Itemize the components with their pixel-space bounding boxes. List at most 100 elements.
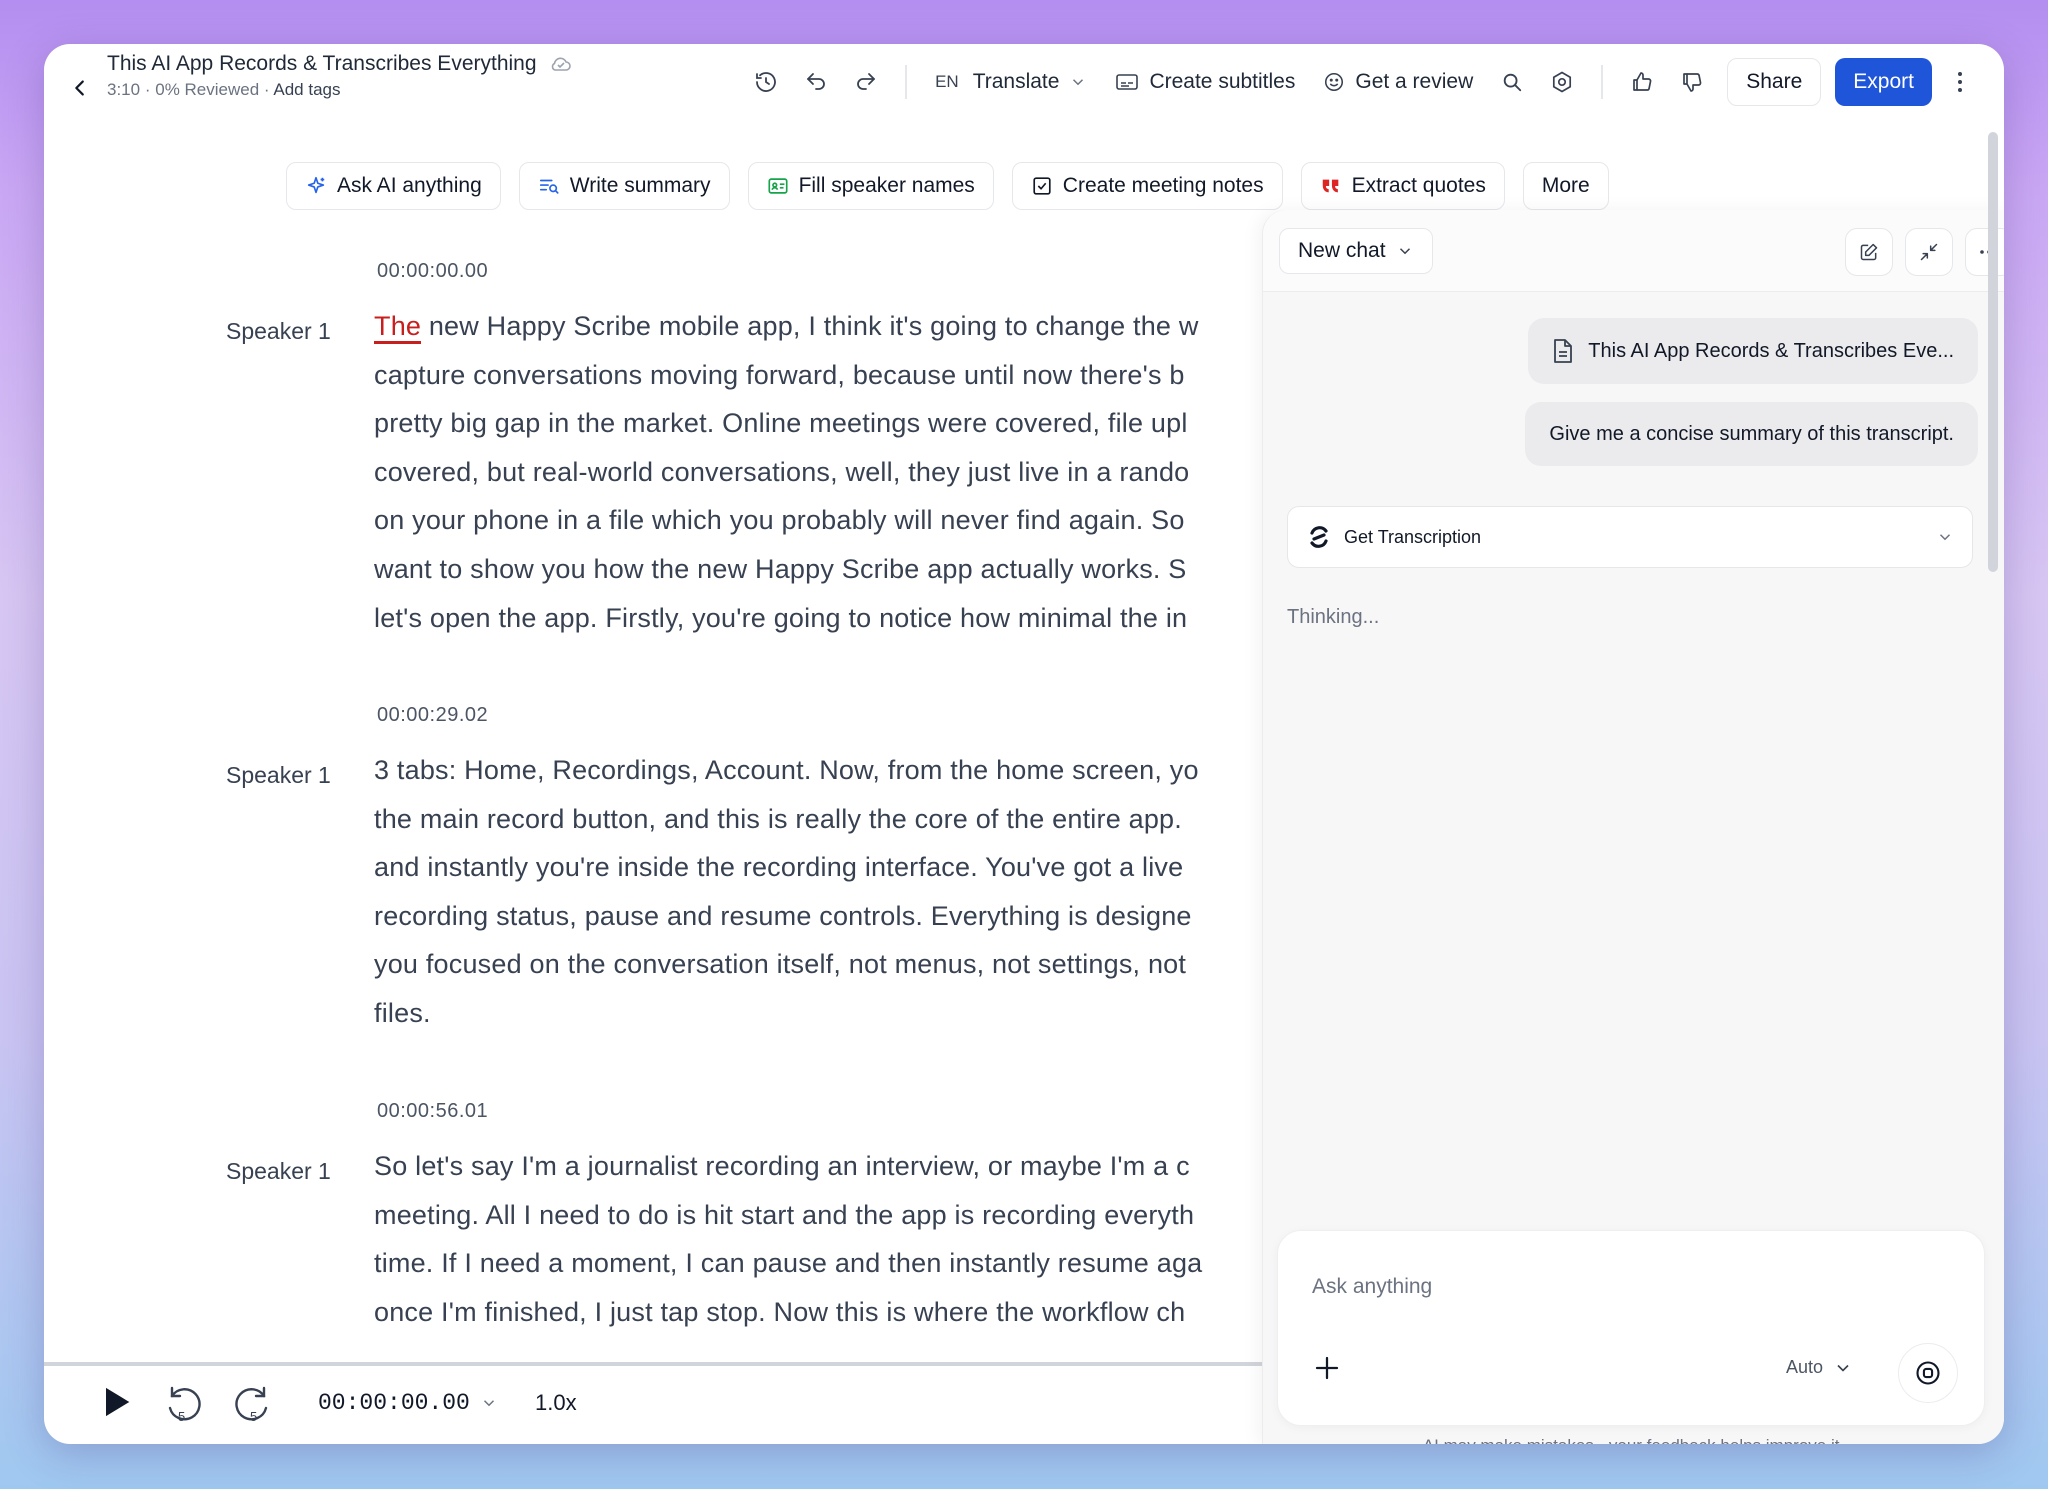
search-button[interactable] — [1487, 57, 1537, 107]
current-word[interactable]: The — [374, 311, 422, 344]
page-scrollbar[interactable] — [1988, 132, 1998, 572]
text-line: want to show you how the new Happy Scrib… — [374, 553, 1187, 584]
ai-chat-panel: New chat This AI App Records & Transcrib… — [1262, 210, 2004, 1444]
svg-text:5: 5 — [178, 1409, 185, 1424]
meta-separator: · — [144, 80, 151, 99]
line-rest: new Happy Scribe mobile app, I think it'… — [421, 311, 1199, 341]
tool-call-card[interactable]: Get Transcription — [1287, 506, 1973, 568]
id-card-icon — [768, 178, 788, 194]
extract-quotes-button[interactable]: Extract quotes — [1300, 162, 1505, 210]
smiley-icon — [1325, 72, 1344, 92]
share-button[interactable]: Share — [1727, 58, 1822, 106]
document-title-block: This AI App Records & Transcribes Everyt… — [107, 52, 573, 100]
settings-button[interactable] — [1537, 57, 1587, 107]
checkbox-icon — [1033, 177, 1051, 195]
collapse-panel-button[interactable] — [1905, 228, 1953, 276]
text-line: time. If I need a moment, I can pause an… — [374, 1248, 1203, 1279]
text-line: once I'm finished, I just tap stop. Now … — [374, 1296, 1186, 1327]
segment-text[interactable]: So let's say I'm a journalist recording … — [374, 1142, 1264, 1336]
segment-timestamp[interactable]: 00:00:00.00 — [377, 260, 488, 283]
text-line: pretty big gap in the market. Online mee… — [374, 408, 1188, 439]
toolbar-divider — [1601, 65, 1604, 99]
document-title[interactable]: This AI App Records & Transcribes Everyt… — [107, 52, 573, 76]
ask-ai-button[interactable]: Ask AI anything — [286, 162, 501, 210]
export-button[interactable]: Export — [1835, 58, 1932, 106]
model-mode-label: Auto — [1786, 1357, 1824, 1377]
current-time-dropdown[interactable]: 00:00:00.00 — [318, 1390, 498, 1416]
history-button[interactable] — [741, 57, 791, 107]
get-review-button[interactable]: Get a review — [1309, 57, 1487, 107]
cloud-saved-icon — [551, 57, 571, 71]
skip-back-button[interactable]: 5 — [162, 1382, 206, 1431]
speaker-label[interactable]: Speaker 1 — [226, 1158, 331, 1185]
fill-speaker-names-button[interactable]: Fill speaker names — [747, 162, 994, 210]
translate-dropdown[interactable]: EN Translate — [921, 57, 1101, 107]
thumbs-up-button[interactable] — [1617, 57, 1667, 107]
svg-text:5: 5 — [250, 1409, 257, 1424]
edit-icon — [1860, 243, 1878, 261]
text-line: capture conversations moving forward, be… — [374, 359, 1185, 390]
create-meeting-notes-button[interactable]: Create meeting notes — [1011, 162, 1283, 210]
subtitles-icon — [1116, 74, 1139, 90]
translate-label: Translate — [972, 70, 1060, 93]
document-title-text[interactable]: This AI App Records & Transcribes Everyt… — [107, 52, 537, 76]
thumbs-down-button[interactable] — [1667, 57, 1717, 107]
document-meta: 3:10 · 0% Reviewed · Add tags — [107, 80, 573, 100]
speaker-label[interactable]: Speaker 1 — [226, 318, 331, 345]
reviewed-status: 0% Reviewed — [155, 80, 260, 99]
attach-button[interactable] — [1312, 1353, 1342, 1388]
current-time: 00:00:00.00 — [318, 1390, 470, 1416]
plus-icon — [1315, 1356, 1339, 1380]
write-summary-button[interactable]: Write summary — [518, 162, 730, 210]
undo-icon — [807, 73, 825, 90]
skip-forward-button[interactable]: 5 — [230, 1382, 274, 1431]
play-button[interactable] — [96, 1382, 136, 1427]
model-mode-dropdown[interactable]: Auto — [1786, 1357, 1853, 1378]
text-line: the main record button, and this is real… — [374, 803, 1182, 834]
language-code: EN — [935, 72, 959, 91]
compose-button[interactable] — [1845, 228, 1893, 276]
search-icon — [1504, 73, 1522, 92]
get-review-label: Get a review — [1355, 70, 1474, 93]
chevron-down-icon — [1073, 79, 1084, 86]
undo-button[interactable] — [791, 57, 841, 107]
segment-timestamp[interactable]: 00:00:56.01 — [377, 1100, 488, 1123]
attached-file-name: This AI App Records & Transcribes Eve... — [1588, 339, 1954, 362]
back-button[interactable] — [58, 66, 102, 110]
quote-icon — [1322, 179, 1338, 193]
new-chat-label: New chat — [1298, 239, 1386, 262]
text-line: let's open the app. Firstly, you're goin… — [374, 602, 1188, 633]
text-line: and instantly you're inside the recordin… — [374, 852, 1184, 883]
chat-composer: Auto — [1277, 1230, 1985, 1426]
new-chat-dropdown[interactable]: New chat — [1279, 228, 1433, 274]
text-line: So let's say I'm a journalist recording … — [374, 1151, 1190, 1181]
redo-button[interactable] — [841, 57, 891, 107]
user-message-text: Give me a concise summary of this transc… — [1549, 422, 1954, 445]
vertical-dots-icon — [1958, 72, 1962, 92]
segment-text[interactable]: 3 tabs: Home, Recordings, Account. Now, … — [374, 746, 1264, 1038]
voice-input-button[interactable] — [1898, 1343, 1958, 1403]
chevron-down-icon — [483, 1400, 494, 1407]
segment-text[interactable]: The new Happy Scribe mobile app, I think… — [374, 302, 1264, 642]
chat-more-button[interactable] — [1965, 228, 2004, 276]
chat-input[interactable] — [1312, 1275, 1932, 1299]
more-actions-button[interactable]: More — [1522, 162, 1609, 210]
text-line: meeting. All I need to do is hit start a… — [374, 1199, 1195, 1230]
create-subtitles-button[interactable]: Create subtitles — [1101, 57, 1309, 107]
extract-quotes-label: Extract quotes — [1351, 174, 1486, 197]
text-line: you focused on the conversation itself, … — [374, 949, 1187, 980]
playback-speed-button[interactable]: 1.0x — [535, 1390, 577, 1416]
write-summary-label: Write summary — [569, 174, 711, 197]
summary-icon — [539, 179, 559, 194]
attached-file-bubble[interactable]: This AI App Records & Transcribes Eve... — [1528, 318, 1978, 384]
create-meeting-notes-label: Create meeting notes — [1062, 174, 1264, 197]
add-tags-link[interactable]: Add tags — [273, 80, 340, 99]
audio-player: 5 5 00:00:00.00 1.0x — [44, 1366, 1264, 1444]
text-line: on your phone in a file which you probab… — [374, 505, 1185, 536]
ai-actions-row: Ask AI anything Write summary Fill speak… — [286, 162, 1609, 210]
sparkle-icon — [307, 176, 325, 194]
speaker-label[interactable]: Speaker 1 — [226, 762, 331, 789]
document-icon — [1554, 339, 1573, 363]
segment-timestamp[interactable]: 00:00:29.02 — [377, 704, 488, 727]
more-options-button[interactable] — [1940, 57, 1980, 107]
